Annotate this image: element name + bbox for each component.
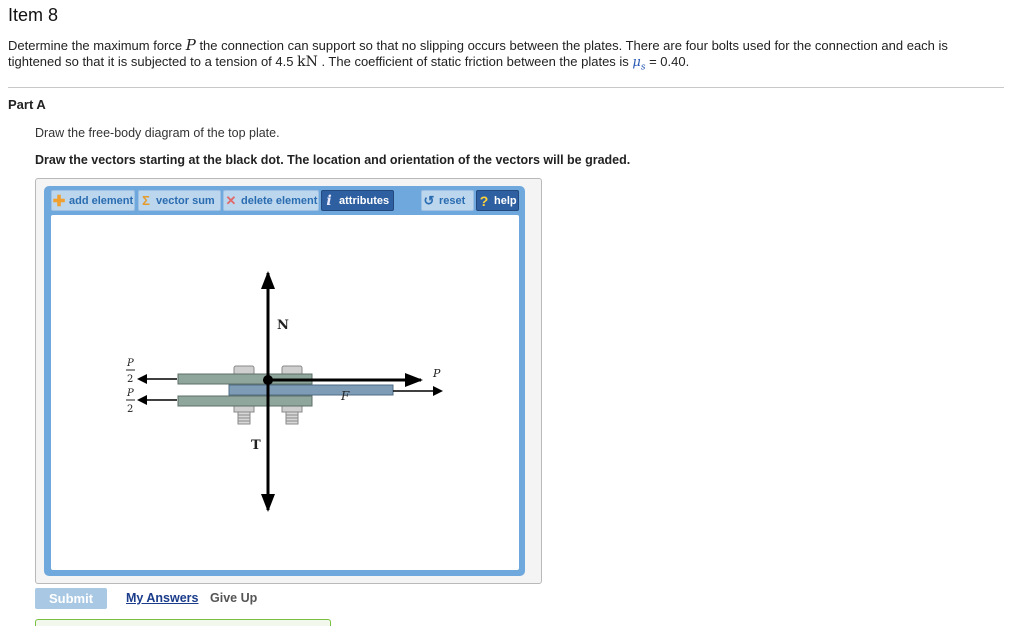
delete-element-button[interactable]: ✕ delete element — [223, 190, 319, 211]
label-t: T — [251, 438, 261, 453]
part-instruction: Draw the free-body diagram of the top pl… — [35, 126, 280, 140]
origin-black-dot — [263, 375, 273, 385]
half-p-label-top: P 2 — [126, 358, 135, 385]
delete-x-icon: ✕ — [225, 192, 237, 208]
attributes-button[interactable]: i attributes — [321, 190, 394, 211]
plus-icon: ✚ — [52, 192, 66, 210]
mu-letter: μ — [632, 55, 641, 70]
submit-button[interactable]: Submit — [35, 588, 107, 609]
add-element-button[interactable]: ✚ add element — [51, 190, 135, 211]
part-title: Part A — [8, 97, 46, 112]
delete-element-label: delete element — [241, 194, 318, 207]
problem-mu-symbol: μs — [632, 55, 645, 73]
problem-text-1: Determine the maximum force — [8, 38, 186, 53]
problem-text-4: = 0.40. — [645, 54, 690, 69]
my-answers-link[interactable]: My Answers — [126, 591, 198, 605]
reset-button[interactable]: ↺ reset — [421, 190, 474, 211]
half-p-bottom-num: P — [126, 388, 134, 399]
help-label: help — [494, 194, 517, 207]
help-question-icon: ? — [479, 192, 489, 209]
reset-icon: ↺ — [423, 192, 435, 208]
half-p-top-num: P — [126, 358, 134, 369]
label-p: P — [432, 367, 441, 380]
label-f: F — [340, 389, 350, 403]
section-divider — [8, 87, 1004, 88]
give-up-link[interactable]: Give Up — [210, 591, 257, 605]
reset-label: reset — [439, 194, 466, 207]
attributes-label: attributes — [339, 194, 390, 207]
label-n: N — [277, 318, 289, 333]
vector-sum-label: vector sum — [156, 194, 215, 207]
help-button[interactable]: ? help — [476, 190, 519, 211]
add-element-label: add element — [69, 194, 134, 207]
half-p-label-bottom: P 2 — [126, 388, 135, 415]
middle-plate — [228, 384, 394, 396]
half-p-bottom-den: 2 — [127, 404, 133, 415]
info-icon: i — [326, 192, 332, 209]
problem-text-3: . The coefficient of static friction bet… — [317, 54, 633, 69]
problem-var-p: P — [185, 36, 196, 54]
sigma-icon: Σ — [142, 193, 150, 208]
free-body-diagram: N T F P P 2 P 2 — [126, 271, 443, 512]
problem-statement: Determine the maximum force P the connec… — [8, 37, 998, 76]
vector-sum-button[interactable]: Σvector sum — [138, 190, 221, 211]
part-instruction-bold: Draw the vectors starting at the black d… — [35, 153, 631, 167]
item-title: Item 8 — [8, 5, 59, 25]
half-p-top-den: 2 — [127, 374, 133, 385]
problem-unit-kn: kN — [297, 54, 318, 70]
bottom-plate — [177, 395, 313, 407]
